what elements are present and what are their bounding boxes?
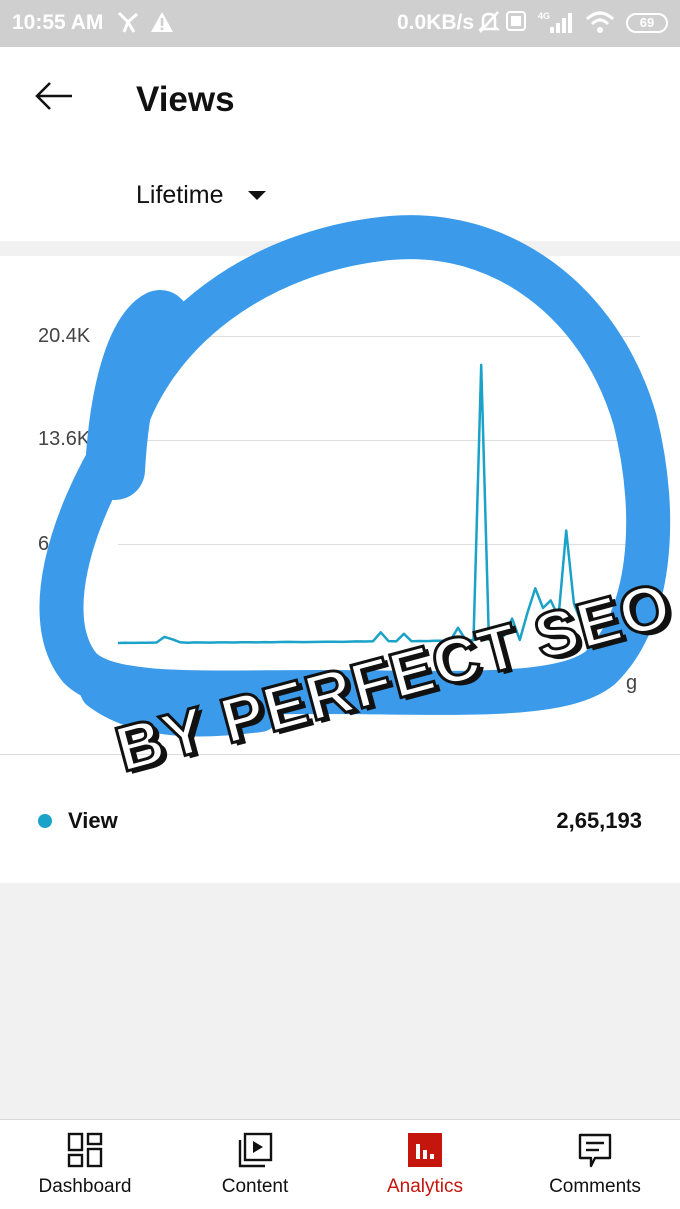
bottom-nav: Dashboard Content Analytics Comments [0, 1119, 680, 1209]
nav-comments[interactable]: Comments [510, 1132, 680, 1198]
svg-text:4G: 4G [538, 11, 550, 21]
nav-dashboard[interactable]: Dashboard [0, 1132, 170, 1198]
dashboard-icon [67, 1132, 103, 1168]
page-title: Views [136, 80, 235, 119]
net-speed: 0.0KB/s [397, 11, 475, 34]
wifi-icon [585, 11, 615, 33]
x-tick-label: g [626, 672, 638, 694]
nav-label: Comments [549, 1176, 641, 1197]
signal-icon: 4G [538, 11, 572, 33]
nav-content[interactable]: Content [170, 1132, 340, 1198]
battery-icon: 69 [626, 13, 668, 33]
caret-down-icon [247, 191, 266, 200]
nav-label: Analytics [386, 1176, 464, 1197]
volte-icon [506, 11, 526, 31]
period-label: Lifetime [136, 181, 224, 209]
period-dropdown[interactable]: Lifetime [136, 181, 266, 210]
back-arrow-icon[interactable] [34, 80, 74, 112]
comments-icon [578, 1133, 612, 1168]
app-header [0, 47, 680, 241]
notification-icon [117, 11, 138, 33]
legend-label: View [68, 808, 118, 833]
chart-card: 20.4K 13.6K 6.8 g View 2,65,193 [0, 256, 680, 883]
nav-analytics[interactable]: Analytics [340, 1132, 510, 1198]
status-time: 10:55 AM [12, 11, 104, 34]
divider [0, 754, 680, 755]
views-total: 2,65,193 [556, 808, 642, 833]
status-bar: 10:55 AM 0.0KB/s 4G 69 [0, 0, 680, 47]
mute-icon [478, 11, 500, 33]
nav-label: Dashboard [38, 1176, 132, 1197]
legend-dot [38, 814, 52, 828]
nav-label: Content [221, 1176, 289, 1197]
warning-icon [151, 12, 173, 32]
analytics-icon [408, 1133, 442, 1167]
content-icon [238, 1132, 273, 1168]
